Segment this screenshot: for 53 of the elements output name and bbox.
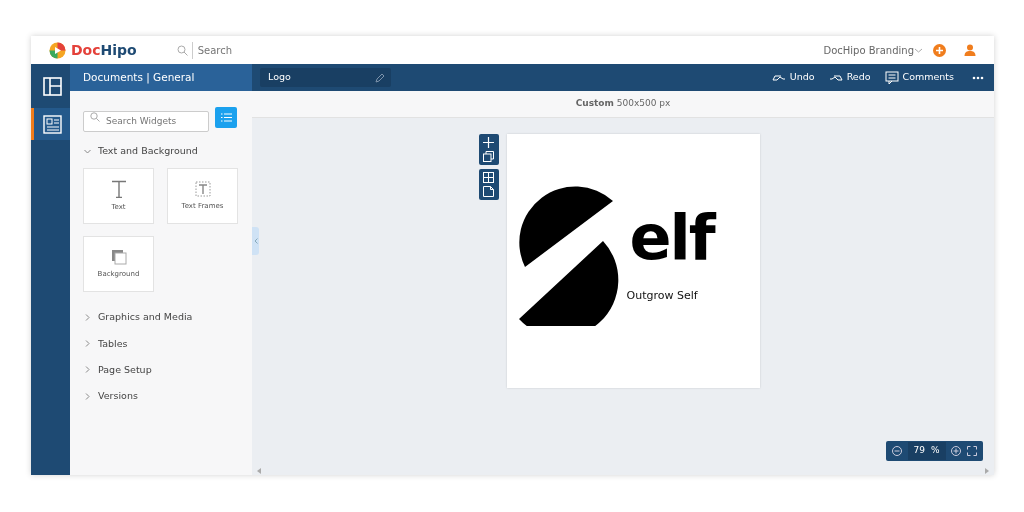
- page-icon: [483, 186, 494, 197]
- undo-button[interactable]: Undo: [771, 70, 815, 85]
- logo-text[interactable]: DocHipo: [71, 39, 137, 61]
- section-header[interactable]: Versions: [70, 383, 252, 410]
- collapse-handle[interactable]: [252, 227, 259, 255]
- page-options-button[interactable]: [483, 186, 494, 197]
- logo-text: elf: [629, 207, 714, 269]
- comment-icon: [884, 70, 899, 85]
- page-size-label: Custom 500x500 px: [575, 97, 671, 111]
- chevron-right-icon: [84, 340, 91, 348]
- logo-icon: [49, 41, 66, 59]
- chevron-right-icon: [84, 366, 91, 374]
- plus-icon: [951, 446, 962, 456]
- chevron-left-icon: [253, 238, 258, 244]
- layout-icon: [42, 76, 62, 96]
- section-header[interactable]: Graphics and Media: [70, 304, 252, 331]
- section-header[interactable]: Text and Background: [70, 138, 252, 165]
- fullscreen-button[interactable]: [967, 446, 978, 456]
- duplicate-page-button[interactable]: [483, 151, 494, 162]
- caret-icon: [914, 46, 923, 54]
- section-header[interactable]: Page Setup: [70, 356, 252, 383]
- text-frame-icon: [194, 181, 211, 197]
- plus-icon: [483, 137, 494, 148]
- rail-tab[interactable]: [31, 108, 70, 140]
- zoom-out-button[interactable]: [891, 446, 902, 456]
- widgets-icon: [42, 114, 62, 134]
- workspace-dropdown[interactable]: DocHipo Branding: [823, 42, 914, 58]
- layers-icon: [110, 249, 127, 265]
- chevron-right-icon: [84, 392, 91, 400]
- more-icon[interactable]: [972, 75, 984, 80]
- user-icon[interactable]: [964, 44, 976, 56]
- search-icon: [176, 44, 188, 56]
- document-title-field[interactable]: Logo: [260, 68, 391, 87]
- add-page-button[interactable]: [483, 137, 494, 148]
- tagline-text: Outgrow Self: [626, 288, 698, 304]
- widget-search-field[interactable]: Search Widgets: [83, 110, 209, 132]
- chevron-right-icon: [84, 313, 91, 321]
- redo-button[interactable]: Redo: [828, 70, 871, 85]
- add-icon[interactable]: [933, 43, 946, 57]
- serif-t-icon: [110, 180, 127, 198]
- pencil-icon: [375, 72, 385, 83]
- list-icon: [220, 113, 232, 122]
- grid-button[interactable]: [483, 172, 494, 183]
- zoom-in-button[interactable]: [951, 446, 962, 456]
- zoom-field[interactable]: 79 %: [907, 442, 946, 460]
- chevron-down-icon: [84, 147, 91, 155]
- expand-icon: [967, 446, 978, 456]
- copy-icon: [483, 151, 494, 162]
- minus-icon: [891, 446, 902, 456]
- grid-icon: [483, 172, 494, 183]
- breadcrumb: Documents | General: [70, 64, 252, 91]
- comments-button[interactable]: Comments: [884, 70, 954, 85]
- section-header[interactable]: Tables: [70, 330, 252, 357]
